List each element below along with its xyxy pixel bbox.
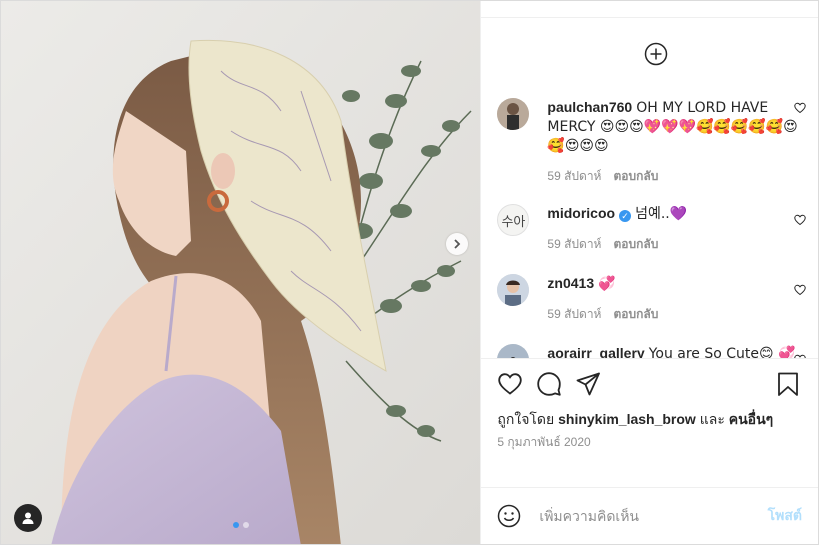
comment-text: 넘예..💜 bbox=[635, 206, 688, 222]
comment-input[interactable] bbox=[537, 507, 768, 525]
verified-badge-icon: ✓ bbox=[619, 210, 632, 222]
comment-time[interactable]: 59 สัปดาห์ bbox=[547, 305, 601, 323]
likes-prefix: ถูกใจโดย bbox=[497, 411, 555, 427]
comment-like-heart-icon[interactable] bbox=[794, 284, 806, 296]
post-photo bbox=[1, 1, 481, 544]
paper-plane-icon[interactable] bbox=[575, 371, 601, 397]
comment-username[interactable]: aorairr_gallery bbox=[547, 345, 644, 358]
reply-button[interactable]: ตอบกลับ bbox=[613, 235, 658, 253]
avatar[interactable] bbox=[497, 344, 530, 358]
carousel-indicator bbox=[233, 522, 249, 528]
post-comment-button[interactable]: โพสต์ bbox=[768, 505, 802, 527]
likes-others-link[interactable]: คนอื่นๆ bbox=[729, 411, 773, 427]
avatar-image bbox=[497, 344, 530, 358]
comment-username[interactable]: zn0413 bbox=[547, 275, 594, 291]
likes-user-link[interactable]: shinykim_lash_brow bbox=[558, 411, 696, 427]
post-side-panel: paulchan760 OH MY LORD HAVE MERCY 😍😍😍💖💖💖🥰… bbox=[480, 1, 818, 544]
avatar-image bbox=[497, 274, 530, 306]
avatar-image bbox=[497, 98, 530, 130]
comment-time[interactable]: 59 สัปดาห์ bbox=[547, 167, 601, 185]
comment-item: aorairr_gallery You are So Cute😊 💞 bbox=[497, 344, 806, 358]
person-icon bbox=[22, 512, 34, 524]
avatar[interactable] bbox=[497, 274, 530, 306]
carousel-next-button[interactable] bbox=[446, 233, 468, 255]
comment-text: You are So Cute😊 💞 bbox=[648, 346, 796, 358]
post-media[interactable] bbox=[1, 1, 481, 544]
avatar-text: 수아 bbox=[501, 214, 526, 230]
reply-button[interactable]: ตอบกลับ bbox=[613, 167, 658, 185]
post-date[interactable]: 5 กุมภาพันธ์ 2020 bbox=[497, 433, 590, 452]
comment-item: paulchan760 OH MY LORD HAVE MERCY 😍😍😍💖💖💖🥰… bbox=[497, 98, 806, 185]
post-actions: ถูกใจโดย shinykim_lash_brow และ คนอื่นๆ … bbox=[481, 358, 818, 487]
avatar[interactable]: 수아 bbox=[497, 204, 530, 236]
add-comment-bar: โพสต์ bbox=[481, 487, 818, 544]
comment-like-heart-icon[interactable] bbox=[794, 102, 806, 114]
chevron-right-icon bbox=[454, 239, 461, 249]
comment-item: 수아 midoricoo ✓ 넘예..💜 59 สัปดาห์ ตอบกลับ bbox=[497, 204, 806, 253]
carousel-dot bbox=[233, 522, 239, 528]
load-more-comments-button[interactable] bbox=[644, 42, 668, 66]
carousel-dot bbox=[243, 522, 249, 528]
reply-button[interactable]: ตอบกลับ bbox=[613, 305, 658, 323]
avatar[interactable] bbox=[497, 98, 530, 130]
panel-header bbox=[481, 1, 818, 18]
post-dialog: paulchan760 OH MY LORD HAVE MERCY 😍😍😍💖💖💖🥰… bbox=[0, 0, 819, 545]
comment-time[interactable]: 59 สัปดาห์ bbox=[547, 235, 601, 253]
heart-icon[interactable] bbox=[497, 371, 523, 397]
comment-username[interactable]: paulchan760 bbox=[547, 99, 632, 115]
likes-summary: ถูกใจโดย shinykim_lash_brow และ คนอื่นๆ bbox=[497, 409, 773, 431]
comment-text: 💞 bbox=[598, 276, 616, 292]
likes-and: และ bbox=[699, 411, 725, 427]
comment-item: zn0413 💞 59 สัปดาห์ ตอบกลับ bbox=[497, 274, 806, 323]
comment-username[interactable]: midoricoo bbox=[547, 205, 615, 221]
smiley-icon[interactable] bbox=[497, 504, 521, 528]
bookmark-icon[interactable] bbox=[775, 371, 801, 397]
comment-icon[interactable] bbox=[536, 371, 562, 397]
user-tags-button[interactable] bbox=[14, 504, 42, 532]
comments-list: paulchan760 OH MY LORD HAVE MERCY 😍😍😍💖💖💖🥰… bbox=[481, 18, 818, 358]
comment-like-heart-icon[interactable] bbox=[794, 214, 806, 226]
